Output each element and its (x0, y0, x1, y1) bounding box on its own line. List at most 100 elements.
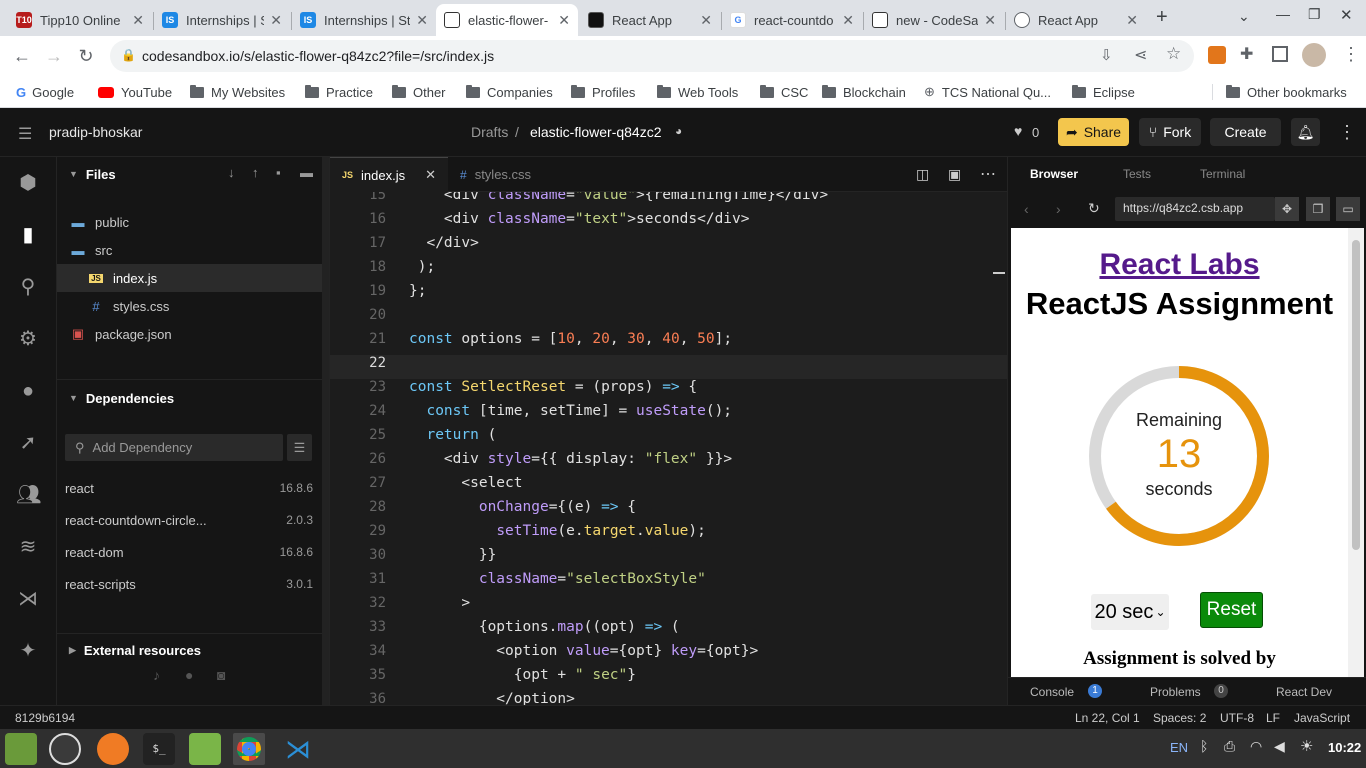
tab-browser[interactable]: Browser (1030, 167, 1078, 181)
split-editor-icon[interactable]: ◫ (916, 166, 929, 183)
dependencies-section-header[interactable]: ▼ Dependencies (57, 383, 322, 413)
bell-icon[interactable]: 🔔︎ (1291, 118, 1320, 146)
omnibox[interactable]: 🔒 codesandbox.io/s/elastic-flower-q84zc2… (110, 40, 1194, 72)
add-dependency-input[interactable]: ⚲ Add Dependency (65, 434, 283, 461)
browser-tab[interactable]: Greact-countdo ✕ (722, 4, 862, 36)
terminal-icon[interactable]: $_ (143, 733, 175, 765)
close-icon[interactable]: ✕ (416, 12, 428, 29)
menu-icon[interactable]: ⋮ (1342, 44, 1360, 65)
dependency-menu-icon[interactable]: ☰ (287, 434, 312, 461)
close-icon[interactable]: ✕ (270, 12, 282, 29)
code-line[interactable]: setTime(e.target.value); (409, 523, 706, 539)
code-line[interactable]: {opt + " sec"} (409, 667, 636, 683)
breadcrumb-drafts[interactable]: Drafts (471, 124, 508, 140)
browser-tab[interactable]: T10 Tipp10 Online ✕ (8, 4, 152, 36)
install-icon[interactable]: ⇩ (1100, 46, 1113, 64)
file-tree-item[interactable]: # styles.css (57, 292, 322, 320)
file-tree-item[interactable]: ▬ public (57, 208, 322, 236)
file-tree-item[interactable]: JS index.js (57, 264, 322, 292)
browser-tab[interactable]: IS Internships | Sta ✕ (292, 4, 436, 36)
new-tab-icon[interactable]: + (1156, 6, 1168, 29)
dependency-item[interactable]: react 16.8.6 (65, 476, 313, 500)
sort-down-icon[interactable]: ↓ (228, 165, 235, 180)
search-icon[interactable]: ⚲ (16, 275, 40, 299)
wifi-icon[interactable]: ◠ (1250, 738, 1262, 755)
code-line[interactable]: const SetlectReset = (props) => { (409, 379, 697, 395)
open-window-icon[interactable]: ▭ (1336, 197, 1360, 221)
file-tree-item[interactable]: ▬ src (57, 236, 322, 264)
gear-icon[interactable]: ⚙ (16, 327, 40, 351)
back-icon[interactable]: ‹ (1024, 201, 1029, 217)
file-tree-item[interactable]: ▣ package.json (57, 320, 322, 348)
line-ending[interactable]: LF (1266, 711, 1280, 725)
code-area[interactable]: 15 <div className="value">{remainingTime… (330, 192, 1007, 705)
tab-index-js[interactable]: JS index.js ✕ (330, 157, 448, 192)
minimize-icon[interactable]: — (1276, 6, 1290, 22)
code-line[interactable]: <div style={{ display: "flex" }}> (409, 451, 732, 467)
files-icon[interactable] (189, 733, 221, 765)
bookmark-folder[interactable]: Other (392, 82, 446, 102)
close-icon[interactable]: ✕ (984, 12, 996, 29)
share-icon[interactable]: ⋖ (1134, 45, 1147, 65)
files-icon[interactable]: ▮ (16, 223, 40, 247)
sparkle-icon[interactable]: ✦ (16, 639, 40, 663)
close-icon[interactable]: ✕ (425, 167, 436, 183)
close-icon[interactable]: ✕ (842, 12, 854, 29)
close-icon[interactable]: ✕ (700, 12, 712, 29)
new-file-icon[interactable]: ▪ (276, 165, 281, 180)
cross-arrows-icon[interactable]: ✥ (1275, 197, 1299, 221)
mint-menu-icon[interactable] (49, 733, 81, 765)
tab-search-icon[interactable]: ⌄ (1238, 8, 1250, 25)
code-line[interactable]: }} (409, 547, 496, 563)
bookmark-folder[interactable]: Companies (466, 82, 553, 102)
code-line[interactable]: {options.map((opt) => ( (409, 619, 680, 635)
reload-icon[interactable]: ↻ (1088, 200, 1100, 217)
react-labs-link[interactable]: React Labs (1011, 248, 1348, 282)
preview-scrollbar[interactable] (1348, 228, 1364, 677)
console-tab[interactable]: Console (1030, 685, 1074, 699)
cursor-position[interactable]: Ln 22, Col 1 (1075, 711, 1140, 725)
hamburger-icon[interactable]: ☰ (18, 124, 32, 144)
browser-tab[interactable]: IS Internships | Sta ✕ (154, 4, 290, 36)
keyboard-layout[interactable]: EN (1170, 740, 1188, 755)
create-button[interactable]: Create (1210, 118, 1281, 146)
code-line[interactable]: </option> (409, 691, 575, 705)
scroll-thumb[interactable] (1352, 240, 1360, 550)
discord-icon[interactable]: ◙ (217, 667, 225, 683)
browser-tab-active[interactable]: elastic-flower- ✕ (436, 4, 578, 36)
upload-icon[interactable]: ↑ (252, 165, 259, 180)
browser-tab[interactable]: React App ✕ (580, 4, 720, 36)
bookmark-folder[interactable]: Profiles (571, 82, 635, 102)
tab-terminal[interactable]: Terminal (1200, 167, 1245, 181)
close-window-icon[interactable]: ✕ (1340, 6, 1353, 24)
preview-url-input[interactable]: https://q84zc2.csb.app (1115, 197, 1275, 221)
bookmark-google[interactable]: G Google (16, 82, 74, 102)
bookmark-folder[interactable]: Practice (305, 82, 373, 102)
files-section-header[interactable]: ▼ Files ↓ ↑ ▪ ▬ (57, 159, 322, 189)
bookmark-folder[interactable]: CSC (760, 82, 808, 102)
restore-icon[interactable]: ❐ (1308, 6, 1321, 23)
sandbox-name[interactable]: elastic-flower-q84zc2 (530, 124, 662, 140)
show-desktop-icon[interactable] (5, 733, 37, 765)
close-icon[interactable]: ✕ (1126, 12, 1138, 29)
side-panel-icon[interactable] (1272, 46, 1288, 62)
bookmark-folder[interactable]: My Websites (190, 82, 285, 102)
code-line[interactable]: ); (409, 259, 435, 275)
username[interactable]: pradip-bhoskar (49, 124, 142, 140)
bluetooth-icon[interactable]: ᛒ (1200, 738, 1208, 754)
chrome-icon[interactable] (233, 733, 265, 765)
tab-tests[interactable]: Tests (1123, 167, 1151, 181)
github-icon[interactable]: ● (16, 379, 40, 403)
extensions-icon[interactable]: ✚ (1240, 44, 1253, 64)
dependency-item[interactable]: react-scripts 3.0.1 (65, 572, 313, 596)
devtools-icon[interactable]: ❒ (1306, 197, 1330, 221)
metamask-icon[interactable] (1208, 46, 1226, 64)
code-line[interactable]: onChange={(e) => { (409, 499, 636, 515)
code-line[interactable]: const [time, setTime] = useState(); (409, 403, 732, 419)
more-icon[interactable]: ⋯ (980, 164, 996, 184)
brightness-icon[interactable]: ☀ (1300, 737, 1313, 755)
fork-button[interactable]: ⑂ Fork (1139, 118, 1201, 146)
vscode-icon[interactable]: ⋊ (282, 733, 314, 765)
vscode-icon[interactable]: ⋊ (16, 587, 40, 611)
code-line[interactable]: <option value={opt} key={opt}> (409, 643, 758, 659)
